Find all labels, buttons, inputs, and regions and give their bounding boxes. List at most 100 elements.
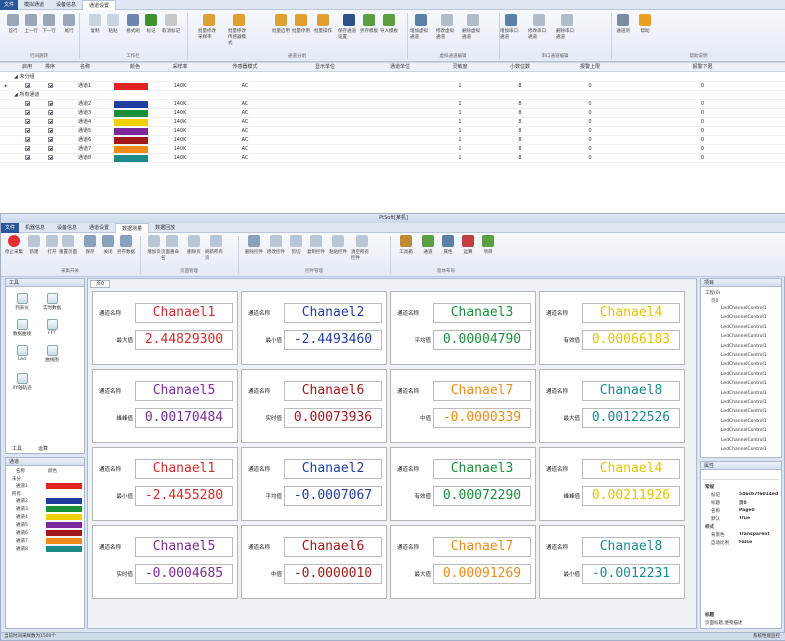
props-section[interactable]: 样式 bbox=[705, 524, 714, 530]
win-tab-2[interactable]: 设备信息 bbox=[51, 223, 83, 233]
col-header-1[interactable]: 排序 bbox=[40, 63, 60, 72]
project-item[interactable]: LedChannelControl1 bbox=[721, 306, 767, 311]
channel-list-item[interactable]: 通道3 bbox=[16, 506, 84, 513]
top-btn-20[interactable]: 增加串口通道 bbox=[500, 14, 522, 40]
win-btn-0[interactable]: 停止采集 bbox=[3, 235, 25, 255]
top-btn-3[interactable]: 尾行 bbox=[58, 14, 80, 34]
channel-list-item[interactable]: 通道7 bbox=[16, 538, 84, 545]
project-item[interactable]: LedChannelControl1 bbox=[721, 438, 767, 443]
row-checkbox[interactable] bbox=[14, 127, 40, 136]
tool-item-3[interactable]: FFT bbox=[40, 319, 64, 336]
tool-item-4[interactable]: Led bbox=[10, 345, 34, 362]
top-btn-5[interactable]: 粘贴 bbox=[102, 14, 124, 34]
row-color-swatch[interactable] bbox=[114, 110, 148, 117]
row-checkbox[interactable] bbox=[40, 118, 60, 127]
row-color-swatch[interactable] bbox=[114, 146, 148, 153]
row-checkbox[interactable] bbox=[40, 145, 60, 154]
top-btn-17[interactable]: 增加虚拟通道 bbox=[410, 14, 432, 40]
top-btn-10[interactable]: 批量修改传感器模式 bbox=[228, 14, 250, 46]
project-item[interactable]: LedChannelControl1 bbox=[721, 400, 767, 405]
tool-item-5[interactable]: 曲线图 bbox=[40, 345, 64, 363]
col-header-8[interactable]: 灵敏度 bbox=[440, 63, 480, 72]
prop-value[interactable]: False bbox=[739, 540, 781, 545]
led-channel-card[interactable]: 通道名称 Chanael5 实时值 -0.0004685 bbox=[92, 525, 238, 599]
toolbox-footer-tab-0[interactable]: 工具 bbox=[12, 445, 22, 452]
channel-list-item[interactable]: 通道6 bbox=[16, 530, 84, 537]
top-btn-19[interactable]: 删除虚拟通道 bbox=[462, 14, 484, 40]
top-btn-23[interactable]: 通道测 bbox=[612, 14, 634, 34]
checkbox-icon[interactable] bbox=[47, 110, 53, 115]
win-btn-12[interactable]: 修改控件 bbox=[265, 235, 287, 255]
checkbox-icon[interactable] bbox=[24, 155, 30, 160]
table-row[interactable]: 通道7 140K AC 1 8 0 0 bbox=[0, 145, 785, 154]
row-checkbox[interactable] bbox=[14, 100, 40, 109]
top-btn-22[interactable]: 删除串口通道 bbox=[556, 14, 578, 40]
row-color-swatch[interactable] bbox=[114, 101, 148, 108]
channel-list-item[interactable]: 通道4 bbox=[16, 514, 84, 521]
checkbox-icon[interactable] bbox=[47, 101, 53, 106]
led-channel-card[interactable]: 通道名称 Chanael7 中值 -0.0000339 bbox=[390, 369, 536, 443]
top-btn-11[interactable]: 批量启用 bbox=[270, 14, 292, 34]
win-tab-5[interactable]: 数据回放 bbox=[149, 223, 181, 233]
checkbox-icon[interactable] bbox=[24, 101, 30, 106]
top-btn-13[interactable]: 批量操作 bbox=[312, 14, 334, 34]
channel-list-item[interactable]: 通道5 bbox=[16, 522, 84, 529]
tool-item-6[interactable]: XY轴轨迹 bbox=[10, 373, 34, 391]
top-tab-2[interactable]: 设备信息 bbox=[50, 0, 82, 10]
win-btn-6[interactable]: 另存数据 bbox=[115, 235, 137, 255]
prop-value[interactable]: Transparent bbox=[739, 532, 781, 537]
led-channel-card[interactable]: 通道名称 Chanael1 最小值 -2.4455280 bbox=[92, 447, 238, 521]
checkbox-icon[interactable] bbox=[47, 128, 53, 133]
project-root[interactable]: 工程(0) bbox=[705, 290, 720, 296]
project-item[interactable]: LedChannelControl1 bbox=[721, 315, 767, 320]
win-btn-9[interactable]: 删除页 bbox=[183, 235, 205, 255]
tab-page0[interactable]: 页0 bbox=[90, 280, 111, 288]
col-header-7[interactable]: 通道单位 bbox=[360, 63, 440, 72]
checkbox-icon[interactable] bbox=[47, 155, 53, 160]
row-checkbox[interactable] bbox=[14, 82, 40, 91]
top-btn-9[interactable]: 批量修改采样率 bbox=[198, 14, 220, 40]
row-checkbox[interactable] bbox=[40, 82, 60, 91]
led-channel-card[interactable]: 通道名称 Chanael7 最大值 0.00091269 bbox=[390, 525, 536, 599]
led-channel-card[interactable]: 通道名称 Chanael4 有效值 0.00066183 bbox=[539, 291, 685, 365]
top-btn-2[interactable]: 下一行 bbox=[38, 14, 60, 34]
col-header-10[interactable]: 报警上限 bbox=[560, 63, 620, 72]
win-tab-3[interactable]: 通道设置 bbox=[83, 223, 115, 233]
win-btn-14[interactable]: 复制控件 bbox=[305, 235, 327, 255]
row-checkbox[interactable] bbox=[14, 109, 40, 118]
table-row[interactable]: 通道3 140K AC 1 8 0 0 bbox=[0, 109, 785, 118]
checkbox-icon[interactable] bbox=[24, 146, 30, 151]
tool-item-2[interactable]: 数据曲线 bbox=[10, 319, 34, 337]
win-btn-11[interactable]: 删除控件 bbox=[243, 235, 265, 255]
checkbox-icon[interactable] bbox=[24, 128, 30, 133]
led-channel-card[interactable]: 通道名称 Chanael2 平均值 -0.0007067 bbox=[241, 447, 387, 521]
project-item[interactable]: LedChannelControl1 bbox=[721, 419, 767, 424]
row-checkbox[interactable] bbox=[40, 100, 60, 109]
win-tab-1[interactable]: 机器信息 bbox=[19, 223, 51, 233]
row-checkbox[interactable] bbox=[14, 145, 40, 154]
led-channel-card[interactable]: 通道名称 Chanael6 实时值 0.00073936 bbox=[241, 369, 387, 443]
row-color-swatch[interactable] bbox=[114, 155, 148, 162]
led-channel-card[interactable]: 通道名称 Chanael8 最大值 0.00122526 bbox=[539, 369, 685, 443]
win-btn-13[interactable]: 剪切 bbox=[285, 235, 307, 255]
led-channel-card[interactable]: 通道名称 Chanael3 有效值 0.00072290 bbox=[390, 447, 536, 521]
win-btn-8[interactable]: 页面重命名 bbox=[161, 235, 183, 261]
top-btn-8[interactable]: 取消标记 bbox=[160, 14, 182, 34]
table-row[interactable]: 通道8 140K AC 1 8 0 0 bbox=[0, 154, 785, 163]
grid-group-row[interactable]: ◢ 未分组 bbox=[0, 73, 785, 82]
project-item[interactable]: LedChannelControl1 bbox=[721, 391, 767, 396]
win-btn-17[interactable]: 工具箱 bbox=[395, 235, 417, 255]
led-channel-card[interactable]: 通道名称 Chanael6 中值 -0.0000010 bbox=[241, 525, 387, 599]
prop-value[interactable]: 页0 bbox=[739, 500, 781, 506]
col-header-5[interactable]: 传感器模式 bbox=[200, 63, 290, 72]
channel-list-item[interactable]: 通道1 bbox=[16, 483, 84, 490]
top-btn-14[interactable]: 保存通道设置 bbox=[338, 14, 360, 40]
checkbox-icon[interactable] bbox=[47, 83, 53, 88]
props-section[interactable]: 常规 bbox=[705, 484, 714, 490]
table-row[interactable]: 通道2 140K AC 1 8 0 0 bbox=[0, 100, 785, 109]
win-btn-16[interactable]: 清空所有控件 bbox=[351, 235, 373, 261]
channel-list-item[interactable]: 通道8 bbox=[16, 546, 84, 553]
win-tab-0[interactable]: 文件 bbox=[1, 222, 19, 233]
prop-value[interactable]: Page0 bbox=[739, 508, 781, 513]
row-checkbox[interactable] bbox=[14, 118, 40, 127]
